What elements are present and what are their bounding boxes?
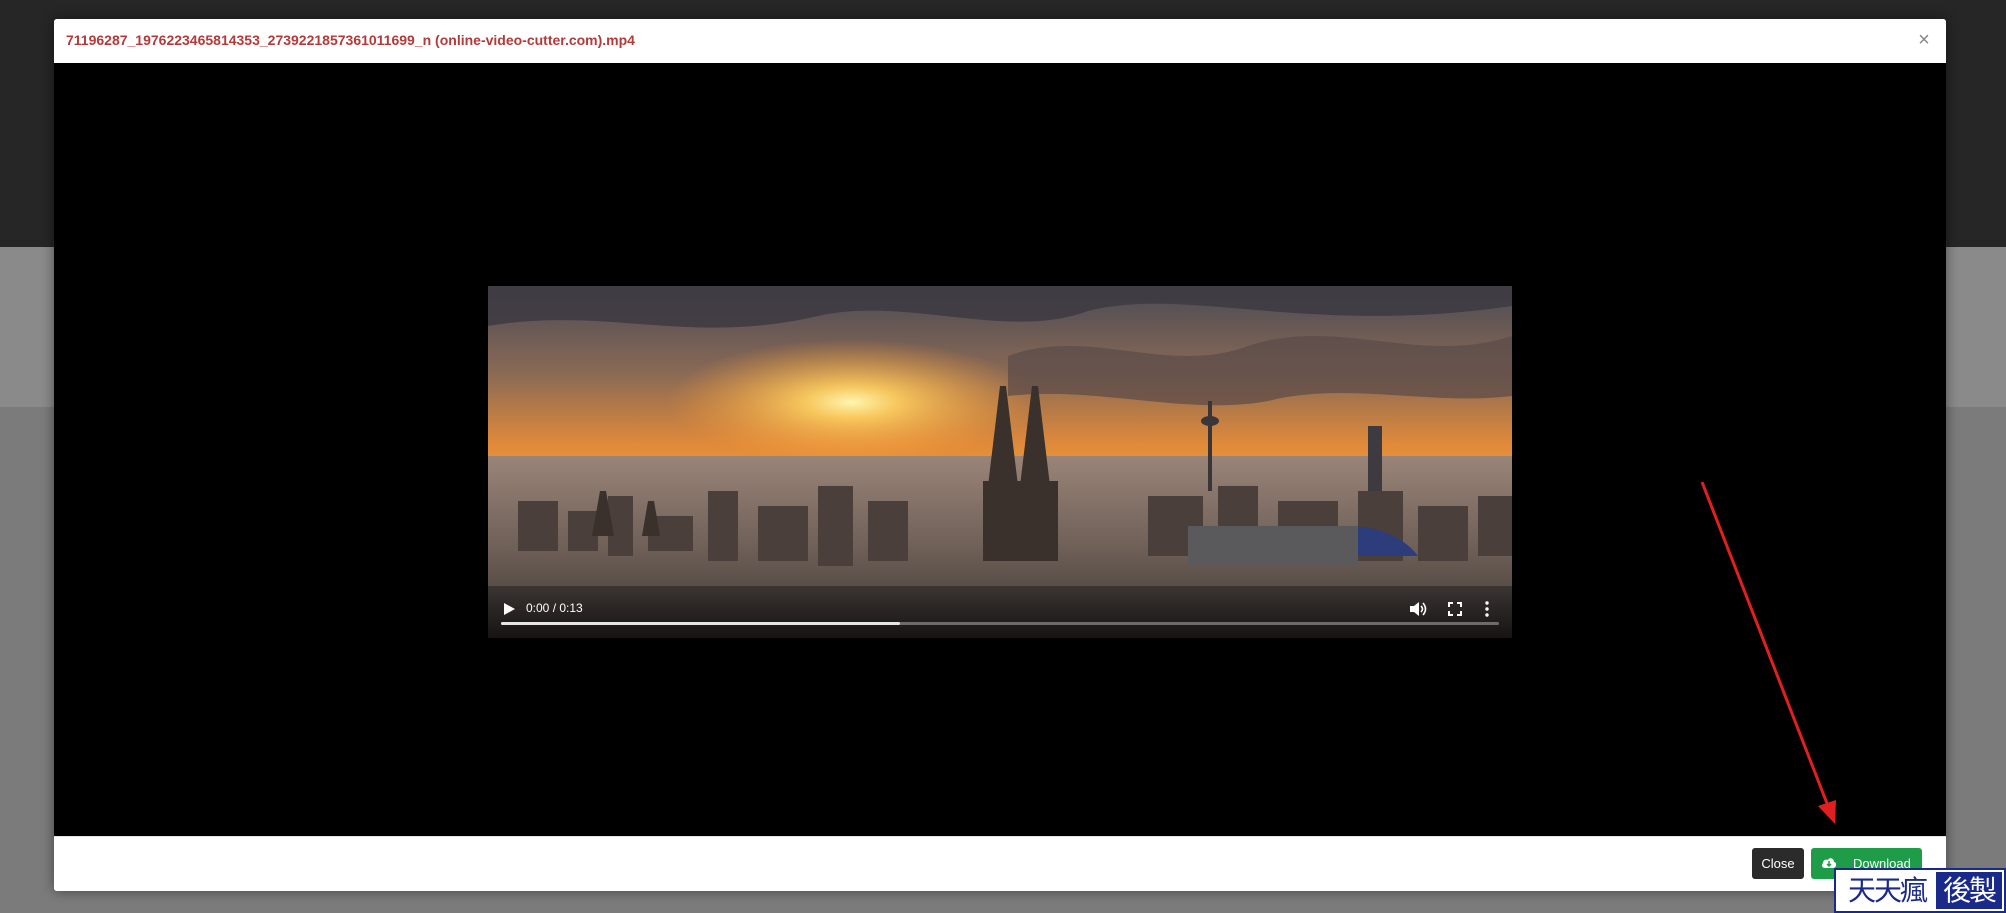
watermark-text-left: 天天瘋 (1847, 874, 1928, 907)
close-button[interactable]: Close (1752, 848, 1804, 879)
watermark-text-right: 後製 (1936, 872, 2002, 909)
play-icon[interactable] (502, 602, 516, 616)
video-modal: 71196287_1976223465814353_27392218573610… (54, 19, 1946, 891)
video-controls: 0:00 / 0:13 (488, 588, 1512, 638)
modal-header: 71196287_1976223465814353_27392218573610… (54, 19, 1946, 64)
more-options-icon[interactable] (1484, 600, 1490, 618)
modal-footer: Close Download (54, 836, 1946, 891)
volume-icon[interactable] (1409, 601, 1427, 617)
modal-body: 0:00 / 0:13 (54, 63, 1946, 836)
video-progress-bar[interactable] (501, 622, 1499, 625)
fullscreen-icon[interactable] (1448, 602, 1462, 616)
video-progress-buffered (501, 622, 901, 625)
watermark-logo: 天天瘋 後製 (1834, 868, 2006, 913)
video-time: 0:00 / 0:13 (526, 601, 583, 615)
modal-title: 71196287_1976223465814353_27392218573610… (66, 32, 635, 48)
video-frame (488, 286, 1512, 638)
video-player[interactable]: 0:00 / 0:13 (488, 286, 1512, 638)
close-icon[interactable]: × (1912, 28, 1936, 52)
